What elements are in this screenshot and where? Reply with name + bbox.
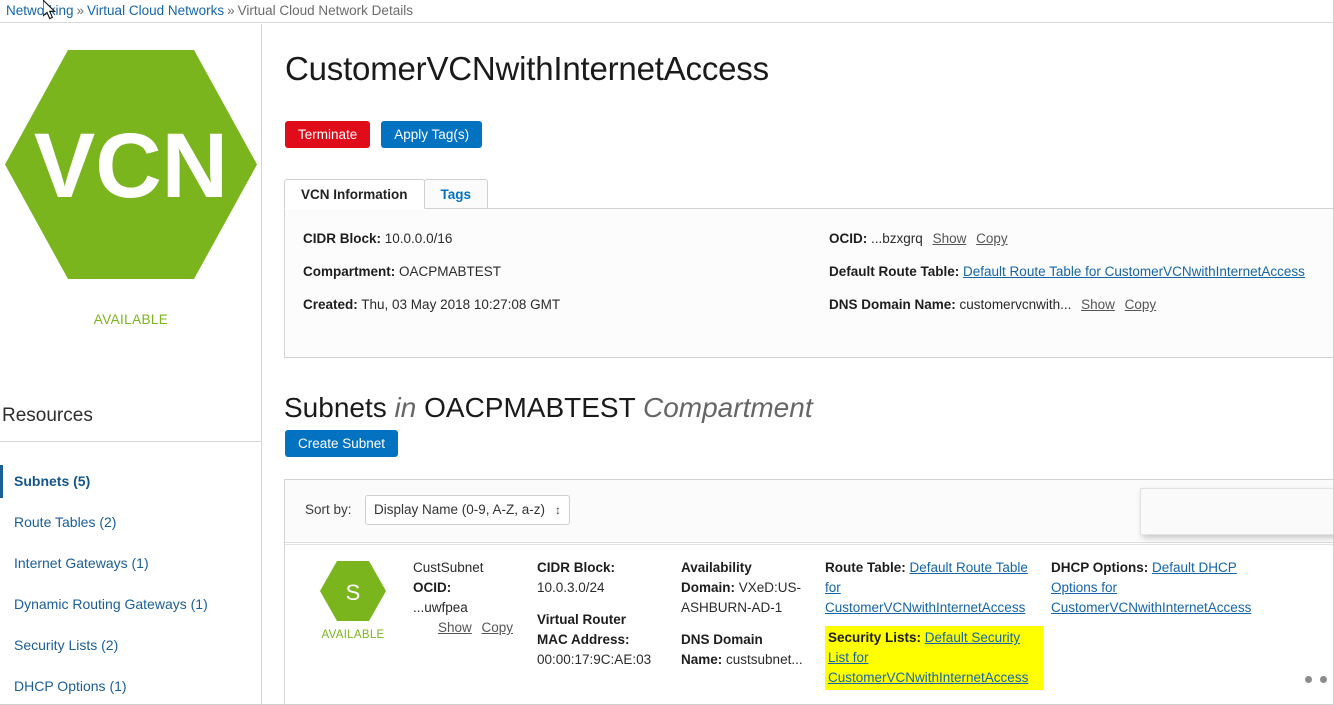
subnet-dhcp-label: DHCP Options: [1051,560,1148,575]
sort-by-selected-value: Display Name (0-9, A-Z, a-z) [374,502,545,517]
subnet-status-text: AVAILABLE [303,625,403,645]
subnet-security-lists-highlight: Security Lists: Default Security List fo… [825,626,1043,690]
subnet-display-name: CustSubnet [413,558,513,578]
info-row-default-route-table: Default Route Table: Default Route Table… [829,264,1329,280]
vcn-information-panel: CIDR Block: 10.0.0.0/16 Compartment: OAC… [284,208,1334,358]
ocid-label: OCID: [829,231,867,246]
ocid-copy-link[interactable]: Copy [976,231,1008,246]
breadcrumb-current: Virtual Cloud Network Details [238,3,413,18]
subnet-route-security-cell: Route Table: Default Route Table for Cus… [825,558,1043,690]
loading-dot-1 [1305,676,1312,683]
subnets-heading-compartment: OACPMABTEST [424,392,635,423]
left-sidebar: VCN AVAILABLE Resources Subnets (5) Rout… [0,24,262,705]
vcn-info-left-column: CIDR Block: 10.0.0.0/16 Compartment: OAC… [303,231,823,330]
sort-by-select[interactable]: Display Name (0-9, A-Z, a-z) ↕ [365,495,570,525]
breadcrumb-separator-1: » [74,3,88,18]
compartment-label: Compartment: [303,264,395,279]
terminate-button[interactable]: Terminate [285,121,370,148]
subnet-ocid-label: OCID: [413,580,451,595]
subnet-ocid-copy-link[interactable]: Copy [481,620,513,635]
tab-vcn-information[interactable]: VCN Information [284,179,425,209]
dns-domain-value: customervcnwith... [960,297,1072,312]
subnet-dhcp-cell: DHCP Options: Default DHCP Options for C… [1051,558,1279,618]
breadcrumb: Networking»Virtual Cloud Networks»Virtua… [0,0,1334,23]
cidr-block-value: 10.0.0.0/16 [385,231,453,246]
compartment-value: OACPMABTEST [399,264,501,279]
sidebar-item-internet-gateways[interactable]: Internet Gateways (1) [0,543,262,584]
subnet-ocid-show-link[interactable]: Show [438,620,472,635]
dns-show-link[interactable]: Show [1081,297,1115,312]
sidebar-item-subnets[interactable]: Subnets (5) [0,461,262,502]
info-row-created: Created: Thu, 03 May 2018 10:27:08 GMT [303,297,823,313]
subnet-security-lists-label: Security Lists: [828,630,921,645]
vcn-info-right-column: OCID: ...bzxgrq Show Copy Default Route … [829,231,1329,330]
default-route-table-label: Default Route Table: [829,264,959,279]
breadcrumb-link-networking[interactable]: Networking [6,3,74,18]
resources-list: Subnets (5) Route Tables (2) Internet Ga… [0,461,262,705]
mouse-cursor-icon [43,0,59,22]
info-row-dns-domain-name: DNS Domain Name: customervcnwith... Show… [829,297,1329,313]
apply-tags-button[interactable]: Apply Tag(s) [381,121,482,148]
ocid-show-link[interactable]: Show [933,231,967,246]
sort-by-label: Sort by: [305,502,352,517]
dns-domain-label: DNS Domain Name: [829,297,956,312]
sidebar-item-route-tables[interactable]: Route Tables (2) [0,502,262,543]
info-row-cidr-block: CIDR Block: 10.0.0.0/16 [303,231,823,247]
page-root: Networking»Virtual Cloud Networks»Virtua… [0,0,1334,705]
ocid-value: ...bzxgrq [871,231,923,246]
created-value: Thu, 03 May 2018 10:27:08 GMT [361,297,560,312]
chevron-updown-icon: ↕ [555,496,561,524]
subnet-cidr-label: CIDR Block: [537,560,615,575]
subnet-name-cell: CustSubnet OCID: ...uwfpea Show Copy [413,558,513,638]
vcn-status-badge: VCN [5,42,257,292]
action-button-row: Terminate Apply Tag(s) [285,121,482,148]
info-row-ocid: OCID: ...bzxgrq Show Copy [829,231,1329,247]
loading-dots-indicator [1301,670,1327,688]
loading-dot-2 [1320,676,1327,683]
subnet-cidr-value: 10.0.3.0/24 [537,580,605,595]
subnet-status-letter: S [346,580,361,605]
vcn-badge-text: VCN [34,115,228,217]
tab-bar: VCN Information Tags [284,179,487,209]
resources-divider [0,441,262,442]
info-row-compartment: Compartment: OACPMABTEST [303,264,823,280]
subnets-heading-in: in [395,392,417,423]
subnets-heading-compartment-word: Compartment [643,392,813,423]
cidr-block-label: CIDR Block: [303,231,381,246]
subnet-route-table-label: Route Table: [825,560,906,575]
subnet-ocid-value: ...uwfpea [413,598,513,618]
vcn-status-text: AVAILABLE [0,312,262,327]
subnets-section-heading: Subnets in OACPMABTEST Compartment [284,392,813,424]
subnet-cidr-cell: CIDR Block: 10.0.3.0/24 Virtual Router M… [537,558,655,670]
create-subnet-button[interactable]: Create Subnet [285,430,398,457]
created-label: Created: [303,297,358,312]
sidebar-item-security-lists[interactable]: Security Lists (2) [0,625,262,666]
subnet-status-cell: S AVAILABLE [303,559,403,645]
breadcrumb-link-virtual-cloud-networks[interactable]: Virtual Cloud Networks [87,3,224,18]
floating-popup-panel[interactable] [1140,488,1334,535]
subnets-heading-word: Subnets [284,392,387,423]
page-title: CustomerVCNwithInternetAccess [285,50,769,88]
subnet-hexagon-icon: S [320,559,386,623]
subnet-vrmac-label: Virtual Router MAC Address: [537,612,630,647]
subnet-availability-cell: Availability Domain: VXeD:US-ASHBURN-AD-… [681,558,803,670]
vcn-hexagon-icon: VCN [5,42,257,287]
subnet-dns-value: custsubnet... [726,652,803,667]
breadcrumb-separator-2: » [224,3,238,18]
tab-tags[interactable]: Tags [424,179,489,209]
table-row[interactable]: S AVAILABLE CustSubnet OCID: ...uwfpea S… [285,544,1333,705]
default-route-table-link[interactable]: Default Route Table for CustomerVCNwithI… [963,264,1305,279]
sidebar-item-dhcp-options[interactable]: DHCP Options (1) [0,666,262,705]
create-subnet-button-wrap: Create Subnet [285,430,398,457]
resources-heading: Resources [0,405,262,427]
sidebar-item-dynamic-routing-gateways[interactable]: Dynamic Routing Gateways (1) [0,584,262,625]
dns-copy-link[interactable]: Copy [1125,297,1157,312]
main-content: CustomerVCNwithInternetAccess Terminate A… [262,24,1334,705]
subnet-vrmac-value: 00:00:17:9C:AE:03 [537,652,651,667]
